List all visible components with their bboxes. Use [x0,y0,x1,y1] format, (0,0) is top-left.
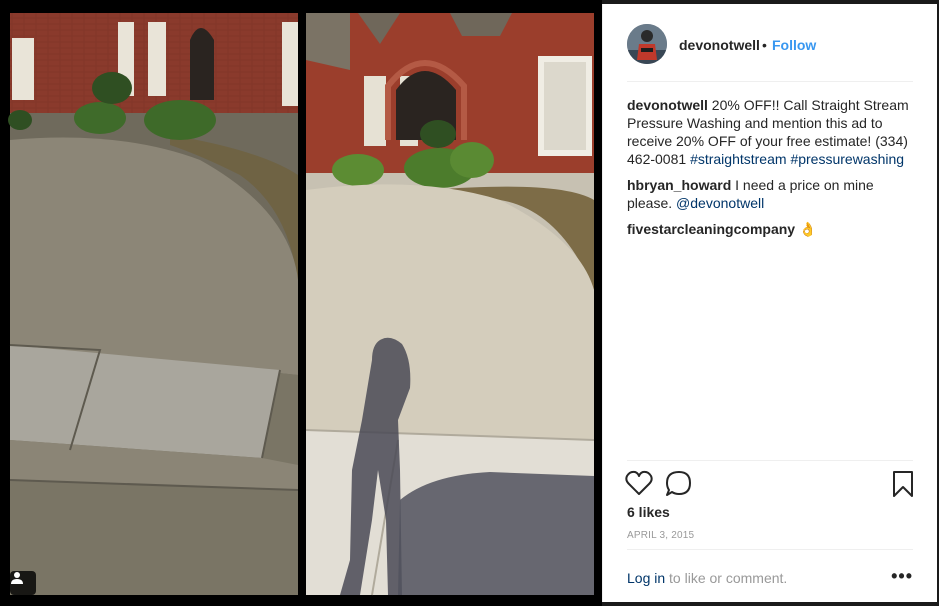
post-side-panel: devonotwell • Follow devonotwell 20% OFF… [602,4,937,602]
divider [627,549,913,550]
follow-button[interactable]: Follow [772,37,816,53]
before-after-photo [0,0,602,606]
more-options-icon[interactable]: ••• [891,566,913,587]
post-photo[interactable] [0,0,602,606]
login-prompt: Log in to like or comment. [627,570,787,586]
post-author-username[interactable]: devonotwell [679,37,760,53]
post-date[interactable]: APRIL 3, 2015 [627,530,694,541]
login-prompt-text: to like or comment. [665,570,788,586]
hashtag-link[interactable]: #straightstream [690,151,786,167]
divider [627,81,913,82]
avatar[interactable] [627,24,667,64]
post-header: devonotwell • Follow [603,4,937,82]
bookmark-icon[interactable] [892,470,914,503]
like-count[interactable]: 6 likes [627,504,670,520]
comment-text: 👌 [795,221,817,237]
comments-list: devonotwell 20% OFF!! Call Straight Stre… [627,96,917,246]
person-tag-icon[interactable] [10,571,36,595]
heart-icon[interactable] [625,470,653,501]
mention-link[interactable]: @devonotwell [676,195,764,211]
login-link[interactable]: Log in [627,570,665,586]
comment-bubble-icon[interactable] [665,470,693,503]
comment-item: hbryan_howard I need a price on mine ple… [627,176,917,212]
caption: devonotwell 20% OFF!! Call Straight Stre… [627,96,917,168]
comment-username[interactable]: fivestarcleaningcompany [627,221,795,237]
separator-dot: • [762,37,767,53]
before-photo [8,13,299,595]
divider [627,460,913,461]
hashtag-link[interactable]: #pressurewashing [790,151,904,167]
after-photo [305,13,595,596]
comment-username[interactable]: hbryan_howard [627,177,731,193]
caption-username[interactable]: devonotwell [627,97,708,113]
comment-item: fivestarcleaningcompany 👌 [627,220,917,238]
